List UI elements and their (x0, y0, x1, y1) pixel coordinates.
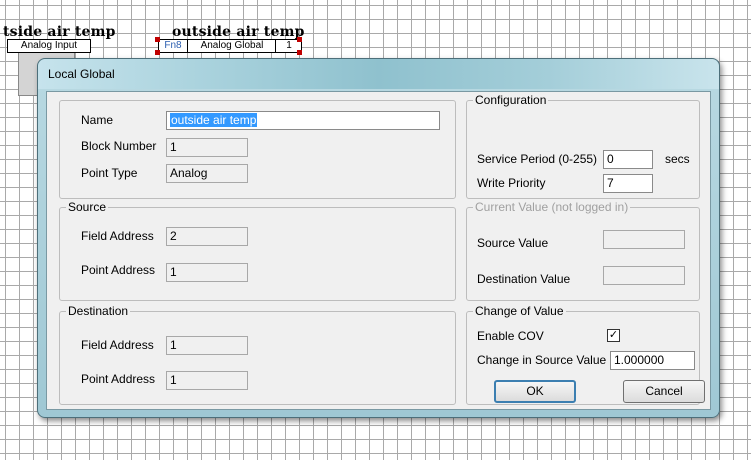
service-period-unit: secs (665, 152, 690, 166)
block-type-label: Analog Global (187, 40, 276, 52)
source-value-field (603, 230, 685, 249)
point-type-field: Analog (166, 164, 248, 183)
source-value-label: Source Value (477, 236, 549, 250)
local-global-dialog: Local Global Name outside air temp Block… (37, 58, 720, 418)
write-priority-label: Write Priority (477, 176, 546, 190)
enable-cov-checkbox[interactable]: ✓ (607, 329, 620, 342)
source-group: Source Field Address 2 Point Address 1 (59, 200, 456, 301)
selection-handle[interactable] (297, 50, 302, 55)
source-field-address-label: Field Address (81, 229, 154, 243)
source-group-label: Source (66, 200, 109, 214)
destination-field-address-input[interactable]: 1 (166, 336, 248, 355)
block-type-label: Analog Input (20, 40, 78, 51)
destination-group: Destination Field Address 1 Point Addres… (59, 304, 456, 405)
change-in-source-input[interactable]: 1.000000 (610, 351, 695, 370)
current-value-group: Current Value (not logged in) Source Val… (466, 200, 700, 301)
block-analog-global[interactable]: Fn8 Analog Global 1 (158, 39, 302, 53)
configuration-group-label: Configuration (473, 93, 549, 107)
point-type-label: Point Type (81, 166, 138, 180)
name-input[interactable]: outside air temp (166, 111, 440, 130)
source-point-address-input[interactable]: 1 (166, 263, 248, 282)
destination-point-address-input[interactable]: 1 (166, 371, 248, 390)
block-fn-number: Fn8 (164, 40, 182, 51)
configuration-group: Configuration Service Period (0-255) 0 s… (466, 93, 700, 199)
selection-handle[interactable] (297, 37, 302, 42)
source-field-address-input[interactable]: 2 (166, 227, 248, 246)
dialog-title-bar[interactable]: Local Global (38, 59, 719, 89)
destination-value-field (603, 266, 685, 285)
cancel-button[interactable]: Cancel (623, 380, 705, 403)
block-analog-input[interactable]: Analog Input (7, 39, 91, 53)
check-icon: ✓ (608, 329, 619, 341)
change-in-source-label: Change in Source Value (477, 353, 607, 367)
selection-handle[interactable] (155, 50, 160, 55)
service-period-input[interactable]: 0 (603, 150, 653, 169)
block-title-analog-global: outside air temp (172, 24, 305, 40)
source-point-address-label: Point Address (81, 263, 156, 277)
ok-button[interactable]: OK (494, 380, 576, 403)
block-title-analog-input: tside air temp (3, 24, 116, 40)
dialog-client-area: Name outside air temp Block Number 1 Poi… (46, 91, 711, 410)
block-number-field: 1 (166, 138, 248, 157)
enable-cov-label: Enable COV (477, 329, 544, 343)
current-value-group-label: Current Value (not logged in) (473, 200, 631, 214)
destination-point-address-label: Point Address (81, 372, 156, 386)
destination-field-address-label: Field Address (81, 338, 154, 352)
name-label: Name (81, 113, 114, 127)
destination-group-label: Destination (66, 304, 131, 318)
service-period-label: Service Period (0-255) (477, 152, 598, 166)
selection-handle[interactable] (155, 37, 160, 42)
block-number-label: Block Number (81, 139, 157, 153)
dialog-title: Local Global (48, 67, 115, 81)
write-priority-input[interactable]: 7 (603, 174, 653, 193)
general-group: Name outside air temp Block Number 1 Poi… (59, 100, 456, 199)
destination-value-label: Destination Value (477, 272, 571, 286)
change-of-value-group-label: Change of Value (473, 304, 566, 318)
